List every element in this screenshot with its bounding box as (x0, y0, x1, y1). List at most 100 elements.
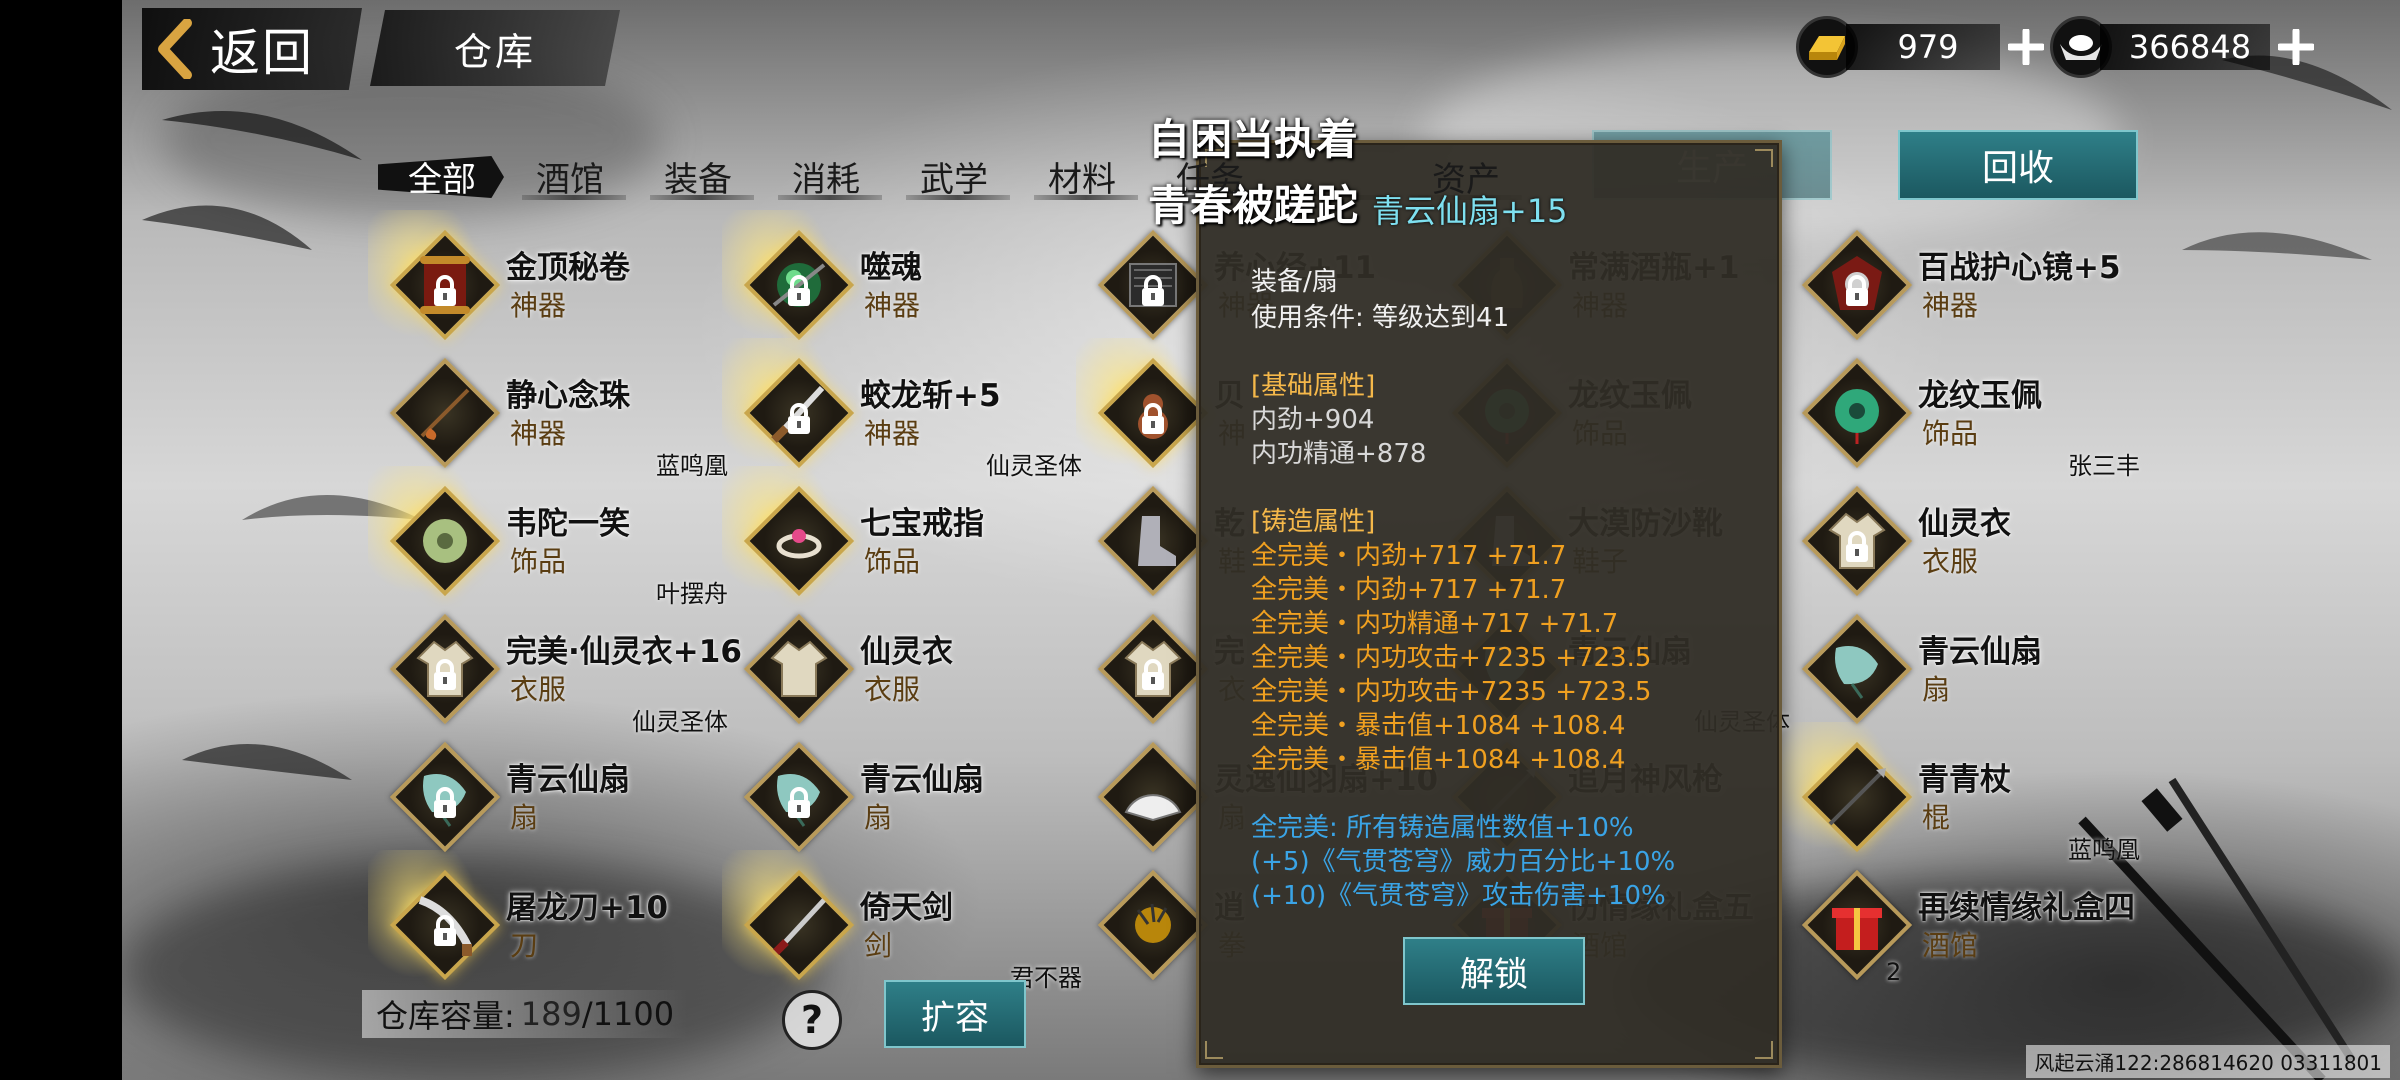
capacity-total: /1100 (581, 995, 675, 1033)
item-icon-frame (1801, 357, 1913, 469)
item-name: 仙灵衣 (860, 634, 953, 670)
item-type: 酒馆 (1922, 929, 1979, 962)
lock-icon (784, 402, 814, 436)
inventory-item[interactable]: 青云仙扇扇 (378, 738, 728, 860)
inventory-item[interactable]: 韦陀一笑 饰品 叶摆舟 (368, 466, 728, 608)
tab-3[interactable]: 消耗 (762, 148, 890, 204)
gold-amount: 979 (1897, 28, 1959, 66)
item-type: 饰品 (1922, 417, 1979, 450)
lock-icon (430, 274, 460, 308)
back-button[interactable]: 返回 (142, 8, 362, 90)
item-name: 龙纹玉佩 (1918, 378, 2042, 414)
capacity-used: 189 (520, 995, 582, 1033)
forge-attr: 全完美・内功攻击+7235 +723.5 (1251, 643, 1652, 673)
inventory-item[interactable]: 青青杖棍蓝鸣凰 (1780, 722, 2140, 864)
item-beads-icon (408, 376, 482, 450)
item-icon-frame (1097, 485, 1209, 597)
set-bonus: (+5)《气贯苍穹》威力百分比+10% (1251, 847, 1676, 877)
tab-1[interactable]: 酒馆 (506, 148, 634, 204)
item-icon-frame (1097, 229, 1209, 341)
item-ring-icon (762, 504, 836, 578)
capacity-label: 仓库容量: (376, 997, 515, 1035)
base-attr: 内功精通+878 (1251, 439, 1427, 469)
item-icon-frame (389, 613, 501, 725)
item-type: 扇 (864, 801, 893, 834)
plus-icon (2278, 29, 2314, 65)
item-type: 饰品 (864, 545, 921, 578)
forge-attr: 全完美・内功精通+717 +71.7 (1251, 609, 1619, 639)
item-icon-frame (1801, 613, 1913, 725)
forge-attr: 全完美・暴击值+1084 +108.4 (1251, 745, 1626, 775)
item-gift-icon (1820, 888, 1894, 962)
inventory-item[interactable]: 龙纹玉佩 饰品 张三丰 (1790, 354, 2140, 480)
lock-icon (1138, 402, 1168, 436)
unlock-button[interactable]: 解锁 (1403, 937, 1585, 1005)
item-type: 神器 (864, 417, 921, 450)
item-count: 2 (1886, 958, 1902, 986)
item-fan2-icon (1116, 760, 1190, 834)
item-name: 静心念珠 (506, 378, 630, 414)
item-icon-frame (389, 741, 501, 853)
item-name: 百战护心镜+5 (1918, 250, 2121, 286)
item-type: 衣服 (510, 673, 567, 706)
item-type: 衣服 (864, 673, 921, 706)
item-name: 完美·仙灵衣+16 (506, 634, 742, 670)
forge-attr: 全完美・内劲+717 +71.7 (1251, 575, 1567, 605)
item-name: 蛟龙斩+5 (860, 378, 1001, 414)
help-button[interactable]: ? (782, 990, 842, 1050)
inventory-item[interactable]: 再续情缘礼盒四 酒馆 2 (1790, 866, 2140, 988)
forge-attr-header: [铸造属性] (1251, 507, 1376, 537)
item-name: 金顶秘卷 (506, 250, 630, 286)
item-icon-frame (389, 869, 501, 981)
item-type: 刀 (510, 929, 539, 962)
tab-4[interactable]: 武学 (890, 148, 1018, 204)
inventory-item[interactable]: 仙灵衣 衣服 (732, 610, 1082, 732)
player-id-footer: 风起云涌122:286814620 03311801 (2026, 1045, 2390, 1078)
inventory-item[interactable]: 蛟龙斩+5 神器仙灵圣体 (722, 338, 1082, 480)
inventory-item[interactable]: 七宝戒指 饰品 (722, 466, 1082, 606)
add-silver-button[interactable] (2274, 25, 2318, 69)
silver-currency: 366848 (2050, 16, 2318, 78)
silver-amount: 366848 (2128, 28, 2252, 66)
item-name: 再续情缘礼盒四 (1918, 890, 2135, 926)
item-icon-frame (1097, 869, 1209, 981)
tab-2[interactable]: 装备 (634, 148, 762, 204)
item-category: 装备/扇 (1251, 267, 1338, 297)
expand-button[interactable]: 扩容 (884, 980, 1026, 1048)
tab-5[interactable]: 材料 (1018, 148, 1146, 204)
item-owner: 蓝鸣凰 (2068, 836, 2140, 864)
inventory-item[interactable]: 金顶秘卷 神器 (368, 210, 728, 350)
item-jade2-icon (408, 504, 482, 578)
tab-0[interactable]: 全部 (378, 148, 506, 204)
item-owner: 蓝鸣凰 (656, 452, 728, 480)
inventory-item[interactable]: 屠龙刀+10 刀 (368, 850, 728, 990)
recycle-button[interactable]: 回收 (1898, 130, 2138, 200)
lock-icon (430, 786, 460, 820)
inventory-item[interactable]: 百战护心镜+5 神器 (1790, 226, 2140, 348)
item-icon-frame (389, 357, 501, 469)
lock-icon (430, 914, 460, 948)
item-icon-frame (743, 613, 855, 725)
item-owner: 叶摆舟 (656, 580, 728, 608)
forge-attr: 全完美・内劲+717 +71.7 (1251, 541, 1567, 571)
add-gold-button[interactable] (2004, 25, 2048, 69)
inventory-item[interactable]: 青云仙扇扇 (732, 738, 1082, 860)
inventory-item[interactable]: 噬魂 神器 (722, 210, 1082, 350)
item-icon-frame (1801, 741, 1913, 853)
item-name: 噬魂 (860, 250, 922, 286)
item-owner: 仙灵圣体 (986, 452, 1082, 480)
set-bonus: (+10)《气贯苍穹》攻击伤害+10% (1251, 881, 1666, 911)
inventory-item[interactable]: 倚天剑剑君不器 (722, 850, 1082, 992)
inventory-item[interactable]: 青云仙扇扇 (1790, 610, 2140, 732)
item-icon-frame (389, 229, 501, 341)
item-type: 神器 (510, 417, 567, 450)
item-type: 神器 (510, 289, 567, 322)
question-mark-icon: ? (800, 998, 824, 1042)
inventory-item[interactable]: 完美·仙灵衣+16 衣服 仙灵圣体 (378, 610, 742, 736)
item-icon-frame (389, 485, 501, 597)
item-boot-icon (1116, 504, 1190, 578)
item-name: 倚天剑 (860, 890, 953, 926)
inventory-item[interactable]: 仙灵衣 衣服 (1790, 482, 2140, 604)
inventory-item[interactable]: 静心念珠 神器蓝鸣凰 (378, 354, 728, 480)
item-spear-icon (1820, 760, 1894, 834)
